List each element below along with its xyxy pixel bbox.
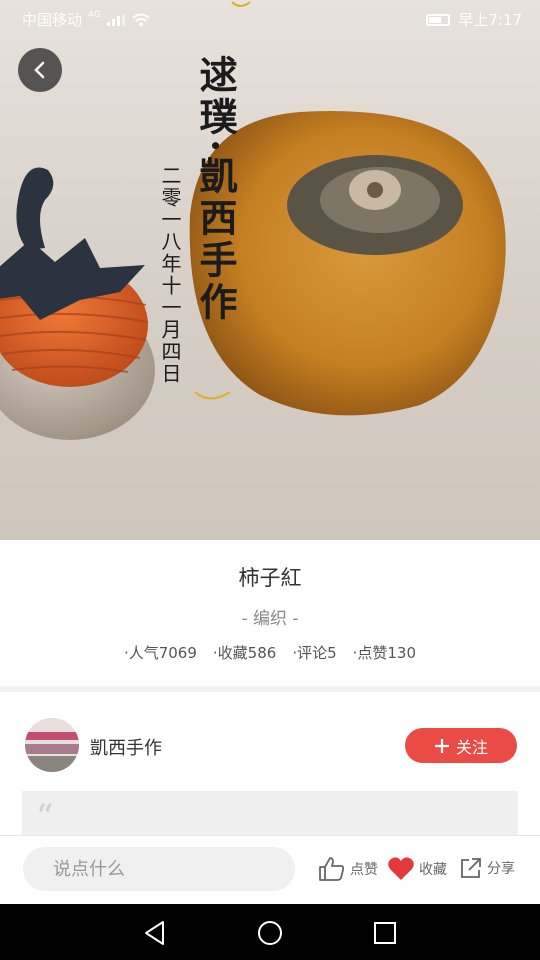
favorite-button[interactable]: 收藏 [387, 856, 447, 882]
nav-back-icon [145, 921, 164, 945]
nav-recent-icon [374, 922, 396, 944]
nav-back-button[interactable] [140, 918, 170, 948]
follow-button[interactable]: 关注 [405, 728, 517, 763]
work-title: 柿子紅 [238, 566, 302, 590]
battery-icon [426, 13, 451, 26]
nav-recent-button[interactable] [370, 918, 400, 948]
stat-favorites: ·收藏586 [212, 644, 277, 662]
stat-comments: ·评论5 [292, 644, 337, 662]
share-label: 分享 [487, 861, 515, 877]
system-nav-bar [0, 904, 540, 960]
like-button[interactable]: 点赞 [318, 856, 378, 882]
thumb-up-icon [319, 857, 345, 881]
comment-input[interactable] [23, 847, 295, 891]
calligraphy-date: 二零一八年十一月四日 [158, 165, 182, 385]
work-stats: ·人气7069 ·收藏586 ·评论5 ·点赞130 [0, 642, 540, 663]
bottom-action-bar: 点赞 收藏 分享 [0, 835, 540, 905]
follow-label: 关注 [455, 737, 488, 757]
calligraphy-main: 逑璞·凱西手作 [193, 55, 238, 325]
author-name[interactable]: 凱西手作 [90, 734, 162, 760]
plus-icon [434, 738, 449, 753]
share-button[interactable]: 分享 [459, 856, 515, 880]
share-icon [461, 858, 481, 878]
status-bar: 中国移动 4G 早上7:17 [0, 0, 540, 36]
clock-label: 早上7:17 [458, 11, 522, 29]
nav-home-button[interactable] [255, 918, 285, 948]
stat-popularity: ·人气7069 [123, 644, 197, 662]
avatar[interactable] [25, 718, 79, 772]
favorite-label: 收藏 [419, 862, 447, 878]
avatar-image [25, 718, 79, 772]
work-info: 柿子紅 - 编织 - ·人气7069 ·收藏586 ·评论5 ·点赞130 [0, 540, 540, 686]
hero-image: 逑璞·凱西手作 二零一八年十一月四日 中国移动 4G 早上7:17 [0, 0, 540, 540]
work-category: - 编织 - [241, 609, 299, 629]
heart-icon [388, 857, 414, 880]
wifi-icon [132, 13, 150, 26]
nav-home-icon [258, 921, 282, 945]
back-icon [34, 61, 45, 79]
back-button[interactable] [18, 48, 62, 92]
stat-likes: ·点赞130 [352, 644, 417, 662]
persimmon-photo [0, 1, 506, 440]
like-label: 点赞 [350, 862, 378, 878]
quote-icon: “ [36, 797, 54, 837]
carrier-label: 中国移动 [22, 11, 83, 29]
signal-icon [106, 13, 125, 26]
network-label: 4G [88, 9, 101, 20]
